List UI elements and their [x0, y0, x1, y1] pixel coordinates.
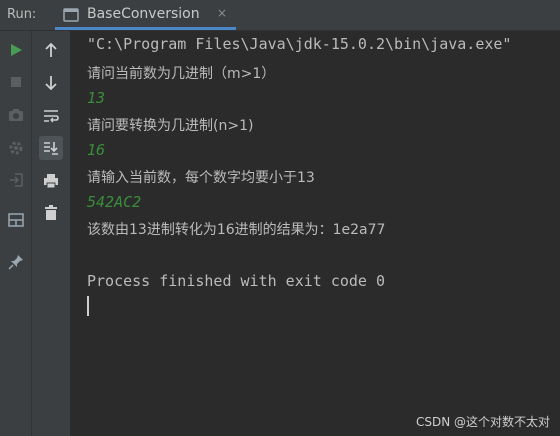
- scroll-to-end-icon[interactable]: [39, 136, 63, 160]
- console-input-number: 542AC2: [87, 193, 142, 211]
- console-result: 该数由13进制转化为16进制的结果为：1e2a77: [87, 222, 386, 238]
- arrow-down-icon[interactable]: [39, 71, 63, 95]
- console-exit-message: Process finished with exit code 0: [87, 272, 386, 290]
- close-icon[interactable]: ×: [217, 6, 227, 20]
- text-caret: [87, 296, 89, 316]
- console-command-line: "C:\Program Files\Java\jdk-15.0.2\bin\ja…: [87, 35, 512, 53]
- run-label: Run:: [7, 7, 37, 22]
- console-prompt-base: 请问当前数为几进制（m>1）: [87, 66, 276, 82]
- print-icon[interactable]: [39, 169, 63, 193]
- console-prompt-target: 请问要转换为几进制(n>1): [87, 118, 254, 134]
- console-input-base: 13: [87, 89, 106, 107]
- console-tool-strip: [32, 31, 71, 436]
- console-output[interactable]: "C:\Program Files\Java\jdk-15.0.2\bin\ja…: [71, 31, 560, 436]
- console-input-target: 16: [87, 141, 106, 159]
- trash-icon[interactable]: [39, 201, 63, 225]
- left-tool-strip: [0, 31, 32, 436]
- settings-icon[interactable]: [4, 136, 28, 160]
- run-tool-window-header: Run: BaseConversion ×: [0, 0, 560, 31]
- run-icon[interactable]: [4, 38, 28, 62]
- pin-icon[interactable]: [4, 250, 28, 274]
- tab-baseconversion[interactable]: BaseConversion ×: [55, 0, 236, 30]
- run-config-icon: [63, 7, 79, 23]
- login-icon[interactable]: [4, 168, 28, 192]
- arrow-up-icon[interactable]: [39, 38, 63, 62]
- watermark: CSDN @这个对数不太对: [415, 415, 550, 429]
- layout-icon[interactable]: [4, 208, 28, 232]
- camera-icon[interactable]: [4, 103, 28, 127]
- tab-label: BaseConversion: [87, 6, 200, 22]
- soft-wrap-icon[interactable]: [39, 104, 63, 128]
- stop-icon[interactable]: [4, 70, 28, 94]
- console-prompt-number: 请输入当前数，每个数字均要小于13: [87, 170, 315, 186]
